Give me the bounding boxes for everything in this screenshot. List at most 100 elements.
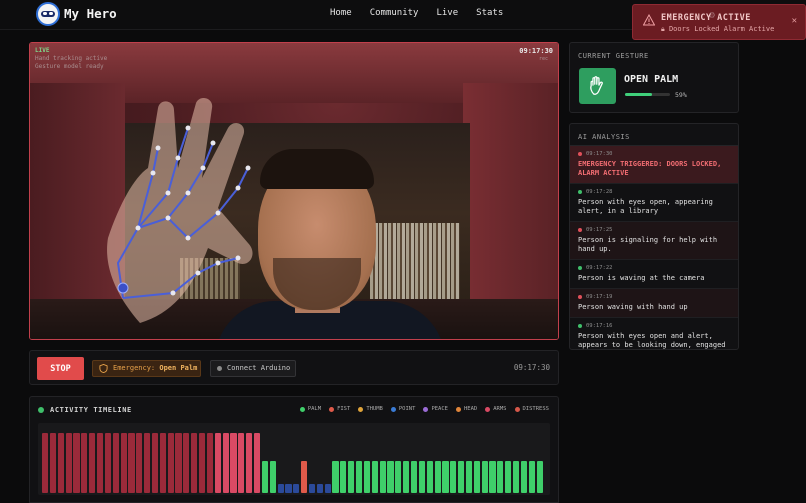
timeline-bar [442, 460, 449, 493]
legend-item-point: POINT [390, 406, 416, 412]
status-dot-icon [217, 366, 222, 371]
ai-analysis-panel[interactable]: AI ANALYSIS 09:17:30 EMERGENCY TRIGGERED:… [569, 123, 739, 350]
timeline-bar [175, 433, 182, 493]
ai-log-entry: 09:17:30 EMERGENCY TRIGGERED: DOORS LOCKE… [570, 146, 738, 184]
timeline-bar [285, 484, 292, 493]
timeline-bar [104, 433, 111, 493]
ai-log-text: EMERGENCY TRIGGERED: DOORS LOCKED, ALARM… [578, 160, 722, 177]
legend-item-palm: PALM [299, 406, 321, 412]
brand-name[interactable]: My Hero [64, 6, 117, 21]
status-dot-icon [578, 152, 582, 156]
ai-log-entry: 09:17:19 Person waving with hand up [570, 289, 738, 318]
timeline-bar [387, 460, 394, 493]
nav-stats[interactable]: Stats [476, 8, 503, 18]
timeline-bar [238, 433, 245, 493]
legend-dot [423, 406, 429, 412]
timeline-bar [332, 460, 339, 493]
nav-community[interactable]: Community [370, 8, 419, 18]
legend-item-head: HEAD [456, 406, 477, 412]
timeline-bar [458, 460, 465, 493]
mask-icon [41, 11, 55, 17]
legend-dot [485, 406, 491, 412]
timeline-bar [65, 433, 72, 493]
timeline-bar [206, 433, 214, 493]
timeline-title: ACTIVITY TIMELINE [50, 406, 132, 414]
legend-label: PEACE [431, 406, 448, 412]
activity-timeline: ACTIVITY TIMELINE PALM FIST THUMB POINT PEAC… [29, 396, 559, 503]
timeline-bar [167, 433, 174, 493]
gesture-name: OPEN PALM [624, 74, 679, 85]
legend-item-fist: FIST [329, 406, 350, 412]
camera-feed: LIVE Hand tracking active Gesture model … [29, 42, 559, 340]
timeline-bar [348, 460, 355, 493]
nav-home[interactable]: Home [330, 8, 352, 18]
timeline-bar [316, 484, 323, 493]
camera-rec-label: rec [538, 56, 548, 62]
legend-item-thumb: THUMB [358, 406, 383, 412]
legend-item-arms: ARMS [485, 406, 507, 412]
ai-panel-header: AI ANALYSIS [570, 124, 738, 146]
nav-live[interactable]: Live [436, 8, 458, 18]
legend-dot [390, 406, 396, 412]
status-dot-icon [578, 266, 582, 270]
timeline-bar [183, 433, 190, 493]
timeline-bar [505, 460, 512, 493]
legend-dot [514, 406, 520, 412]
legend-dot [358, 406, 364, 412]
timeline-bar [379, 460, 386, 493]
legend-label: POINT [398, 406, 416, 412]
stop-button[interactable]: STOP [37, 357, 84, 380]
timeline-bar [356, 460, 363, 493]
close-icon[interactable]: ✕ [792, 16, 797, 26]
timeline-bar [89, 433, 96, 493]
timeline-bar [253, 433, 261, 493]
timeline-bar [191, 433, 198, 493]
ai-log-text: Person is signaling for help with hand u… [578, 236, 718, 253]
timeline-bar [277, 484, 284, 493]
timeline-legend: PALM FIST THUMB POINT PEACE HEAD ARMS DISTRESS [292, 406, 549, 412]
timeline-bar [465, 460, 473, 493]
timeline-bar [497, 460, 504, 493]
legend-item-peace: PEACE [423, 406, 448, 412]
timeline-bar [214, 433, 221, 493]
timeline-bar [261, 460, 268, 493]
timeline-bar [308, 484, 316, 493]
timeline-bar [246, 433, 253, 493]
timeline-bar [199, 433, 206, 493]
ai-log-entry: 09:17:25 Person is signaling for help wit… [570, 222, 738, 260]
status-dot-icon [578, 295, 582, 299]
timeline-bar [434, 460, 441, 493]
timeline-bar [112, 433, 119, 493]
timeline-bar [57, 433, 64, 493]
timeline-bar [293, 484, 300, 493]
ai-log-time: 09:17:22 [578, 265, 732, 271]
timeline-bar [120, 433, 127, 493]
timeline-bar [96, 433, 104, 493]
timeline-bar [489, 460, 496, 493]
warning-icon [643, 14, 655, 26]
toast-title: EMERGENCY ACTIVE [661, 13, 751, 23]
timeline-bar [49, 433, 57, 493]
timeline-bar [159, 433, 166, 493]
hand-icon [590, 76, 603, 95]
legend-label: ARMS [493, 406, 507, 412]
logo[interactable] [36, 2, 60, 26]
ai-log-text: Person waving with hand up [578, 303, 688, 311]
legend-label: THUMB [366, 406, 383, 412]
emergency-gesture-chip[interactable]: Emergency: Open Palm [92, 360, 201, 377]
timeline-bar [324, 484, 331, 493]
live-indicator: LIVE Hand tracking active Gesture model … [35, 47, 108, 70]
toast-subtitle: 🔒︎ Doors Locked Alarm Active [661, 25, 775, 33]
ai-log-list: 09:17:30 EMERGENCY TRIGGERED: DOORS LOCKE… [570, 146, 738, 349]
timeline-bar [301, 460, 308, 493]
connect-arduino-button[interactable]: Connect Arduino [210, 360, 296, 377]
timeline-bar [528, 460, 535, 493]
ai-log-time: 09:17:30 [578, 151, 732, 157]
status-dot-icon [578, 190, 582, 194]
ai-log-entry: 09:17:22 Person is waving at the camera [570, 260, 738, 289]
main-nav: Home Community Live Stats [330, 8, 521, 18]
emergency-toast: ⚙ EMERGENCY ACTIVE 🔒︎ Doors Locked Alarm… [632, 4, 806, 40]
confidence-value: 59% [675, 91, 687, 99]
ai-log-time: 09:17:25 [578, 227, 732, 233]
timeline-bar [144, 433, 151, 493]
